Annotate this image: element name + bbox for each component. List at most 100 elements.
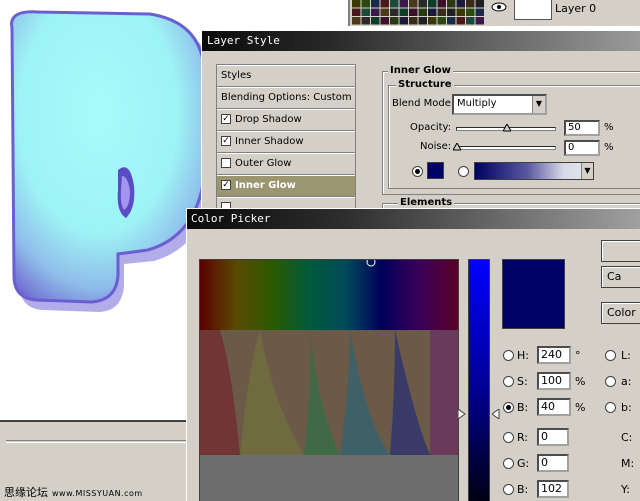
saturation-input[interactable]: 100 xyxy=(537,372,571,390)
brightness-radio[interactable] xyxy=(503,402,514,413)
outer-glow-checkbox[interactable] xyxy=(221,158,231,168)
swatch-cell[interactable] xyxy=(428,0,437,8)
swatch-cell[interactable] xyxy=(361,0,371,8)
swatch-cell[interactable] xyxy=(390,8,399,17)
swatch-cell[interactable] xyxy=(371,17,380,25)
blue-radio[interactable] xyxy=(503,484,514,495)
gradient-picker[interactable]: ▼ xyxy=(474,162,594,180)
glow-color-swatch[interactable] xyxy=(427,162,444,179)
swatch-cell[interactable] xyxy=(399,0,409,8)
swatch-cell[interactable] xyxy=(352,8,361,17)
style-item-label: Blending Options: Custom xyxy=(221,92,352,103)
hue-strip-graphic[interactable] xyxy=(469,260,490,501)
swatch-cell[interactable] xyxy=(456,17,466,25)
green-radio[interactable] xyxy=(503,458,514,469)
blend-mode-dropdown[interactable]: Multiply ▼ xyxy=(452,94,547,115)
hue-unit: ° xyxy=(575,349,581,362)
color-libraries-button[interactable]: Color xyxy=(601,302,640,324)
layer-name[interactable]: Layer 0 xyxy=(555,2,596,15)
style-item-blending-options[interactable]: Blending Options: Custom xyxy=(217,87,355,109)
swatch-cell[interactable] xyxy=(361,17,371,25)
style-item-inner-shadow[interactable]: ✓ Inner Shadow xyxy=(217,131,355,153)
solid-color-radio[interactable] xyxy=(412,166,423,177)
cancel-button[interactable]: Ca xyxy=(601,266,640,288)
swatch-cell[interactable] xyxy=(447,8,456,17)
hue-slider-strip[interactable] xyxy=(468,259,490,501)
swatch-cell[interactable] xyxy=(409,17,418,25)
swatch-cell[interactable] xyxy=(418,8,428,17)
swatch-cell[interactable] xyxy=(466,0,475,8)
style-item-outer-glow[interactable]: Outer Glow xyxy=(217,153,355,175)
swatch-cell[interactable] xyxy=(409,8,418,17)
red-input[interactable]: 0 xyxy=(537,428,569,446)
swatch-cell[interactable] xyxy=(428,8,437,17)
hue-input[interactable]: 240 xyxy=(537,346,571,364)
swatch-cell[interactable] xyxy=(390,0,399,8)
noise-slider-handle[interactable] xyxy=(453,143,461,151)
swatch-cell[interactable] xyxy=(352,0,361,8)
ok-button[interactable] xyxy=(601,240,640,262)
swatch-cell[interactable] xyxy=(399,17,409,25)
red-radio[interactable] xyxy=(503,432,514,443)
swatch-cell[interactable] xyxy=(475,17,485,25)
color-field-graphic[interactable] xyxy=(200,260,459,501)
lab-b-radio[interactable] xyxy=(605,402,616,413)
swatch-cell[interactable] xyxy=(361,8,371,17)
swatch-cell[interactable] xyxy=(409,0,418,8)
swatch-cell[interactable] xyxy=(371,0,380,8)
eye-icon[interactable] xyxy=(491,1,507,15)
swatch-cell[interactable] xyxy=(447,17,456,25)
watermark: 思缘论坛 www.MISSYUAN.com xyxy=(4,484,143,500)
style-item-inner-glow[interactable]: ✓ Inner Glow xyxy=(217,175,355,197)
inner-shadow-checkbox[interactable]: ✓ xyxy=(221,136,231,146)
lab-l-radio[interactable] xyxy=(605,350,616,361)
noise-slider[interactable] xyxy=(453,143,556,151)
swatch-cell[interactable] xyxy=(447,0,456,8)
layer-style-title[interactable]: Layer Style xyxy=(202,31,640,51)
swatch-cell[interactable] xyxy=(352,17,361,25)
brightness-input[interactable]: 40 xyxy=(537,398,571,416)
swatch-cell[interactable] xyxy=(475,8,485,17)
blue-input[interactable]: 102 xyxy=(537,480,569,498)
swatch-cell[interactable] xyxy=(437,0,447,8)
color-picker-title[interactable]: Color Picker xyxy=(187,209,640,229)
swatch-cell[interactable] xyxy=(437,8,447,17)
layer-style-dialog: Layer Style Styles Blending Options: Cus… xyxy=(201,30,640,233)
lab-l-label: L: xyxy=(621,349,631,362)
swatch-cell[interactable] xyxy=(390,17,399,25)
style-item-drop-shadow[interactable]: ✓ Drop Shadow xyxy=(217,109,355,131)
swatch-cell[interactable] xyxy=(371,8,380,17)
saturation-radio[interactable] xyxy=(503,376,514,387)
swatch-cell[interactable] xyxy=(380,0,390,8)
swatch-cell[interactable] xyxy=(466,17,475,25)
swatch-cell[interactable] xyxy=(456,8,466,17)
swatch-cell[interactable] xyxy=(456,0,466,8)
green-input[interactable]: 0 xyxy=(537,454,569,472)
strip-arrow-icon[interactable] xyxy=(492,409,500,419)
drop-shadow-checkbox[interactable]: ✓ xyxy=(221,114,231,124)
chevron-down-icon[interactable]: ▼ xyxy=(532,96,545,113)
swatch-cell[interactable] xyxy=(399,8,409,17)
swatches-grid[interactable] xyxy=(352,0,486,26)
color-field[interactable] xyxy=(199,259,459,501)
style-item-styles[interactable]: Styles xyxy=(217,65,355,87)
inner-glow-checkbox[interactable]: ✓ xyxy=(221,180,231,190)
opacity-input[interactable]: 50 xyxy=(564,120,600,136)
swatch-cell[interactable] xyxy=(380,17,390,25)
swatch-cell[interactable] xyxy=(418,17,428,25)
chevron-down-icon[interactable]: ▼ xyxy=(581,163,593,179)
opacity-slider-handle[interactable] xyxy=(503,124,511,132)
gradient-radio[interactable] xyxy=(458,166,469,177)
hue-radio[interactable] xyxy=(503,350,514,361)
lab-a-radio[interactable] xyxy=(605,376,616,387)
swatch-cell[interactable] xyxy=(475,0,485,8)
noise-input[interactable]: 0 xyxy=(564,140,600,156)
swatch-cell[interactable] xyxy=(418,0,428,8)
swatch-cell[interactable] xyxy=(380,8,390,17)
swatch-cell[interactable] xyxy=(437,17,447,25)
divider xyxy=(6,440,186,443)
layer-thumbnail[interactable] xyxy=(514,0,552,20)
opacity-slider[interactable] xyxy=(456,124,556,132)
swatch-cell[interactable] xyxy=(428,17,437,25)
swatch-cell[interactable] xyxy=(466,8,475,17)
